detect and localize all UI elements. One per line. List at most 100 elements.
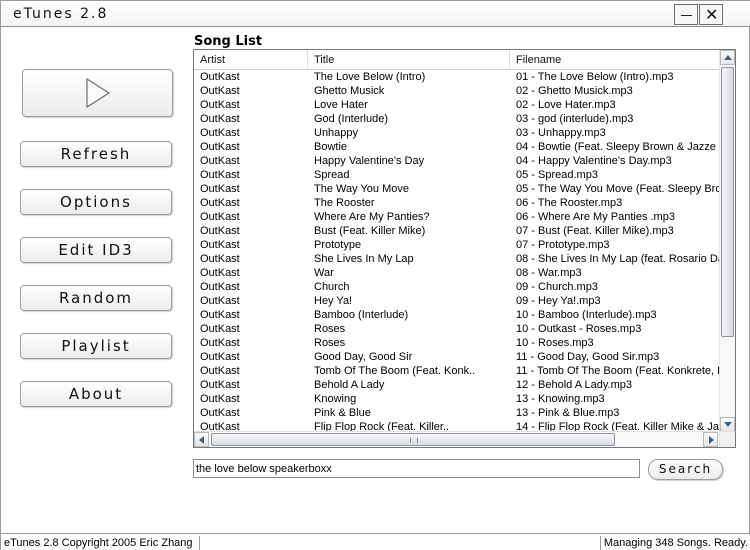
title-cell: Church (314, 281, 350, 293)
artist-cell: OutKast (200, 211, 240, 223)
table-row[interactable]: OutKast Roses 10 - Roses.mp3 (194, 336, 719, 350)
options-button[interactable]: Options (20, 189, 172, 215)
table-row[interactable]: OutKast Flip Flop Rock (Feat. Killer.. 14 … (194, 420, 719, 431)
edit-id3-button[interactable]: Edit ID3 (20, 237, 172, 263)
scroll-left-button[interactable] (194, 432, 209, 447)
table-row[interactable]: OutKast Bowtie 04 - Bowtie (Feat. Sleepy B… (194, 140, 719, 154)
table-row[interactable]: OutKast She Lives In My Lap 08 - She Lives… (194, 252, 719, 266)
table-row[interactable]: OutKast Tomb Of The Boom (Feat. Konk.. 11 … (194, 364, 719, 378)
table-row[interactable]: OutKast Behold A Lady 12 - Behold A Lady.m… (194, 378, 719, 392)
artist-cell: OutKast (200, 197, 240, 209)
chevron-down-icon (724, 422, 732, 427)
filename-cell: 10 - Outkast - Roses.mp3 (516, 323, 642, 335)
artist-cell: OutKast (200, 113, 240, 125)
song-list-heading: Song List (194, 34, 263, 49)
status-bar: eTunes 2.8 Copyright 2005 Eric Zhang Man… (1, 533, 750, 550)
close-button[interactable]: ✕ (699, 4, 723, 25)
column-divider[interactable] (307, 50, 308, 69)
title-cell: Behold A Lady (314, 379, 385, 391)
table-row[interactable]: OutKast The Rooster 06 - The Rooster.mp3 (194, 196, 719, 210)
search-button[interactable]: Search (648, 459, 723, 480)
filename-cell: 05 - Spread.mp3 (516, 169, 598, 181)
column-divider[interactable] (509, 50, 510, 69)
search-input[interactable] (193, 459, 640, 478)
title-cell: Flip Flop Rock (Feat. Killer.. (314, 421, 450, 431)
title-column-header[interactable]: Title (314, 54, 334, 66)
artist-cell: OutKast (200, 85, 240, 97)
play-button[interactable] (22, 69, 173, 117)
title-cell: Where Are My Panties? (314, 211, 430, 223)
artist-cell: OutKast (200, 183, 240, 195)
filename-cell: 04 - Happy Valentine's Day.mp3 (516, 155, 672, 167)
table-row[interactable]: OutKast Where Are My Panties? 06 - Where A… (194, 210, 719, 224)
table-row[interactable]: OutKast Knowing 13 - Knowing.mp3 (194, 392, 719, 406)
title-cell: Spread (314, 169, 350, 181)
chevron-right-icon (709, 436, 714, 444)
table-row[interactable]: OutKast Church 09 - Church.mp3 (194, 280, 719, 294)
table-row[interactable]: OutKast Hey Ya! 09 - Hey Ya!.mp3 (194, 294, 719, 308)
title-cell: Love Hater (314, 99, 368, 111)
table-row[interactable]: OutKast Ghetto Musick 02 - Ghetto Musick.m… (194, 84, 719, 98)
horizontal-scroll-thumb[interactable] (211, 433, 615, 446)
title-cell: War (314, 267, 334, 279)
table-row[interactable]: OutKast God (Interlude) 03 - god (interlud… (194, 112, 719, 126)
random-button[interactable]: Random (20, 285, 172, 311)
table-row[interactable]: OutKast The Way You Move 05 - The Way You … (194, 182, 719, 196)
artist-cell: OutKast (200, 253, 240, 265)
table-row[interactable]: OutKast Good Day, Good Sir 11 - Good Day, … (194, 350, 719, 364)
table-row[interactable]: OutKast Love Hater 02 - Love Hater.mp3 (194, 98, 719, 112)
artist-column-header[interactable]: Artist (200, 54, 225, 66)
filename-cell: 06 - Where Are My Panties .mp3 (516, 211, 675, 223)
scrollbar-corner (719, 431, 735, 447)
artist-cell: OutKast (200, 127, 240, 139)
title-cell: Roses (314, 337, 346, 349)
title-cell: Happy Valentine's Day (314, 155, 425, 167)
play-icon (86, 77, 111, 109)
table-row[interactable]: OutKast The Love Below (Intro) 01 - The Lo… (194, 70, 719, 84)
title-cell: Pink & Blue (314, 407, 371, 419)
artist-cell: OutKast (200, 323, 240, 335)
song-list-table[interactable]: Artist Title Filename OutKast The Love Be… (193, 49, 736, 448)
table-row[interactable]: OutKast Prototype 07 - Prototype.mp3 (194, 238, 719, 252)
table-row[interactable]: OutKast Pink & Blue 13 - Pink & Blue.mp3 (194, 406, 719, 420)
table-row[interactable]: OutKast Unhappy 03 - Unhappy.mp3 (194, 126, 719, 140)
vertical-scroll-thumb[interactable] (721, 67, 734, 337)
filename-cell: 06 - The Rooster.mp3 (516, 197, 623, 209)
scroll-down-button[interactable] (720, 417, 735, 432)
filename-cell: 11 - Tomb Of The Boom (Feat. Konkrete, B… (516, 365, 719, 377)
title-cell: Ghetto Musick (314, 85, 385, 97)
table-row[interactable]: OutKast Spread 05 - Spread.mp3 (194, 168, 719, 182)
chevron-left-icon (199, 436, 204, 444)
close-icon: ✕ (705, 5, 719, 24)
scroll-right-button[interactable] (703, 432, 718, 447)
artist-cell: OutKast (200, 155, 240, 167)
table-row[interactable]: OutKast Happy Valentine's Day 04 - Happy V… (194, 154, 719, 168)
filename-cell: 13 - Knowing.mp3 (516, 393, 605, 405)
refresh-button[interactable]: Refresh (20, 141, 172, 167)
artist-cell: OutKast (200, 239, 240, 251)
title-cell: Knowing (314, 393, 357, 405)
filename-cell: 05 - The Way You Move (Feat. Sleepy Bro.… (516, 183, 719, 195)
artist-cell: OutKast (200, 379, 240, 391)
title-bar[interactable]: eTunes 2.8 ✕ (1, 1, 750, 27)
table-row[interactable]: OutKast Roses 10 - Outkast - Roses.mp3 (194, 322, 719, 336)
playlist-button[interactable]: Playlist (20, 333, 172, 359)
table-row[interactable]: OutKast Bust (Feat. Killer Mike) 07 - Bust… (194, 224, 719, 238)
filename-cell: 03 - Unhappy.mp3 (516, 127, 606, 139)
title-cell: The Rooster (314, 197, 375, 209)
filename-cell: 01 - The Love Below (Intro).mp3 (516, 71, 674, 83)
filename-cell: 10 - Bamboo (Interlude).mp3 (516, 309, 657, 321)
table-row[interactable]: OutKast War 08 - War.mp3 (194, 266, 719, 280)
table-row[interactable]: OutKast Bamboo (Interlude) 10 - Bamboo (In… (194, 308, 719, 322)
filename-column-header[interactable]: Filename (516, 54, 561, 66)
artist-cell: OutKast (200, 421, 240, 431)
horizontal-scrollbar[interactable] (194, 431, 719, 447)
about-button[interactable]: About (20, 381, 172, 407)
scroll-up-button[interactable] (720, 50, 735, 65)
window-title: eTunes 2.8 (13, 6, 109, 22)
filename-cell: 02 - Ghetto Musick.mp3 (516, 85, 633, 97)
minimize-button[interactable] (674, 4, 698, 25)
vertical-scrollbar[interactable] (719, 50, 735, 433)
artist-cell: OutKast (200, 71, 240, 83)
song-list-rows: OutKast The Love Below (Intro) 01 - The Lo… (194, 70, 719, 431)
